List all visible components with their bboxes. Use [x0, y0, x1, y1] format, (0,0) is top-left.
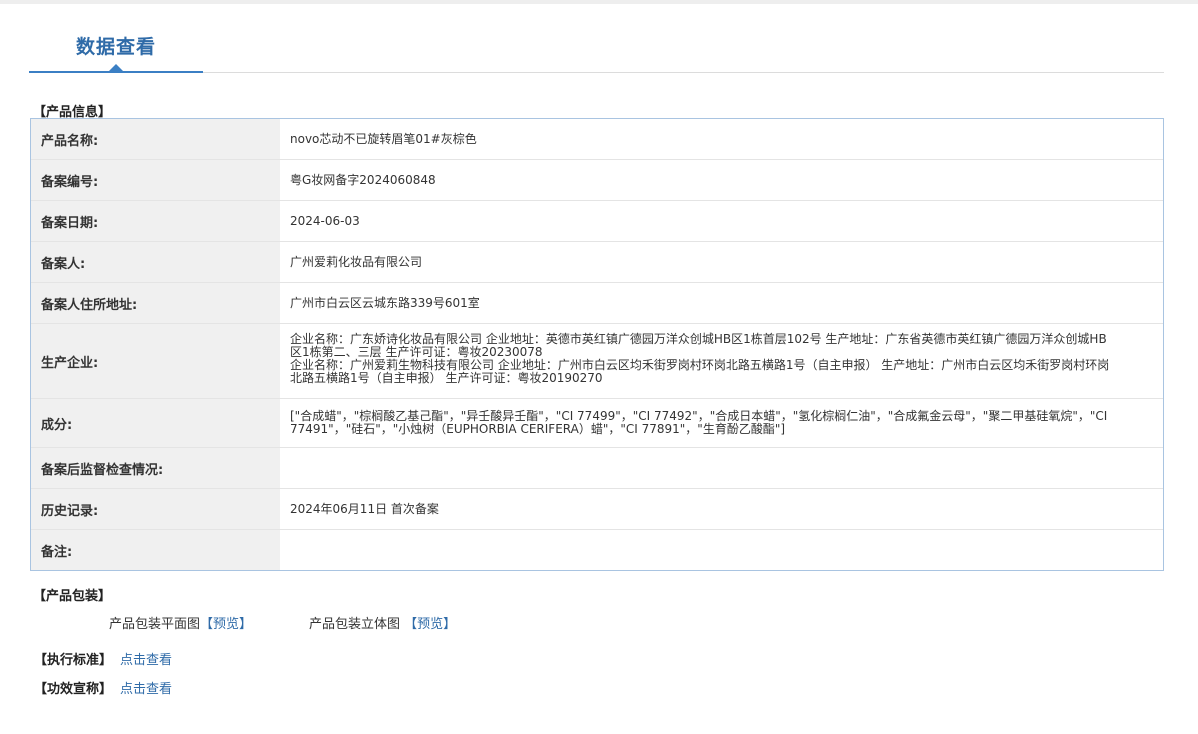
filing-number-value: 粤G妆网备字2024060848 — [290, 172, 436, 187]
field-label: 备案人住所地址: — [31, 283, 280, 323]
table-row: 备注: — [31, 530, 1163, 570]
packaging-3d-preview-link[interactable]: 【预览】 — [404, 617, 456, 632]
filer-address-value: 广州市白云区云城东路339号601室 — [290, 295, 480, 310]
packaging-flat-item: 产品包装平面图【预览】 — [109, 613, 252, 632]
efficacy-item: 【功效宣称】 点击查看 — [34, 678, 172, 697]
field-label: 产品名称: — [31, 119, 280, 159]
tab-data-view[interactable]: 数据查看 — [29, 32, 203, 59]
product-name-value: novo芯动不已旋转眉笔01#灰棕色 — [290, 131, 477, 146]
active-tab-indicator — [29, 71, 203, 73]
field-label: 成分: — [31, 399, 280, 447]
standard-view-link[interactable]: 点击查看 — [120, 653, 172, 668]
remarks-value — [280, 530, 1163, 570]
packaging-3d-item: 产品包装立体图 【预览】 — [309, 613, 456, 632]
packaging-3d-label: 产品包装立体图 — [309, 617, 401, 632]
field-label: 备案编号: — [31, 160, 280, 200]
filer-value: 广州爱莉化妆品有限公司 — [290, 254, 423, 269]
efficacy-label: 【功效宣称】 — [34, 682, 113, 697]
field-label: 备案后监督检查情况: — [31, 448, 280, 488]
table-row: 备案编号: 粤G妆网备字2024060848 — [31, 160, 1163, 201]
table-row: 成分: ["合成蜡"，"棕榈酸乙基己酯"，"异壬酸异壬酯"，"CI 77499"… — [31, 399, 1163, 448]
standard-label: 【执行标准】 — [34, 653, 113, 668]
manufacturer-value: 企业名称：广东娇诗化妆品有限公司 企业地址：英德市英红镇广德园万洋众创城HB区1… — [280, 324, 1163, 398]
field-label: 历史记录: — [31, 489, 280, 529]
table-row: 备案人: 广州爱莉化妆品有限公司 — [31, 242, 1163, 283]
caret-up-icon — [109, 64, 123, 71]
packaging-heading: 【产品包装】 — [33, 589, 112, 604]
field-label: 生产企业: — [31, 324, 280, 398]
field-label: 备案日期: — [31, 201, 280, 241]
packaging-flat-preview-link[interactable]: 【预览】 — [200, 617, 252, 632]
table-row: 备案日期: 2024-06-03 — [31, 201, 1163, 242]
manufacturer-line: 企业名称：广州爱莉生物科技有限公司 企业地址：广州市白云区均禾街罗岗村环岗北路五… — [290, 358, 1110, 385]
efficacy-view-link[interactable]: 点击查看 — [120, 682, 172, 697]
product-info-table: 产品名称: novo芯动不已旋转眉笔01#灰棕色 备案编号: 粤G妆网备字202… — [30, 118, 1164, 571]
post-filing-inspection-value — [280, 448, 1163, 488]
ingredients-value: ["合成蜡"，"棕榈酸乙基己酯"，"异壬酸异壬酯"，"CI 77499"，"CI… — [290, 409, 1108, 436]
field-label: 备案人: — [31, 242, 280, 282]
standard-item: 【执行标准】 点击查看 — [34, 649, 172, 668]
table-row: 生产企业: 企业名称：广东娇诗化妆品有限公司 企业地址：英德市英红镇广德园万洋众… — [31, 324, 1163, 399]
tab-bar: 数据查看 — [29, 20, 1164, 74]
field-label: 备注: — [31, 530, 280, 570]
table-row: 备案人住所地址: 广州市白云区云城东路339号601室 — [31, 283, 1163, 324]
table-row: 产品名称: novo芯动不已旋转眉笔01#灰棕色 — [31, 119, 1163, 160]
packaging-flat-label: 产品包装平面图 — [109, 617, 201, 632]
history-value: 2024年06月11日 首次备案 — [290, 501, 439, 516]
filing-date-value: 2024-06-03 — [290, 213, 360, 228]
table-row: 历史记录: 2024年06月11日 首次备案 — [31, 489, 1163, 530]
manufacturer-line: 企业名称：广东娇诗化妆品有限公司 企业地址：英德市英红镇广德园万洋众创城HB区1… — [290, 332, 1107, 359]
data-view-page: 数据查看 【产品信息】 产品名称: novo芯动不已旋转眉笔01#灰棕色 备案编… — [0, 0, 1198, 734]
table-row: 备案后监督检查情况: — [31, 448, 1163, 489]
